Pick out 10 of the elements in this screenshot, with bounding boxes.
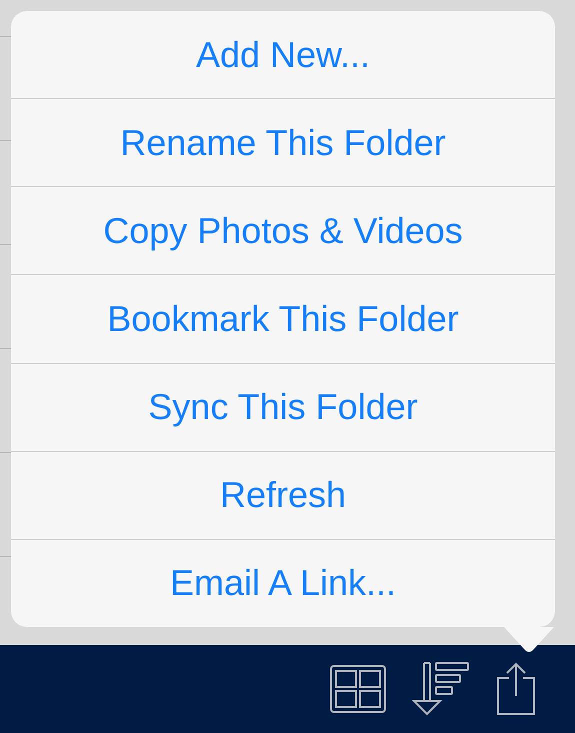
grid-icon[interactable] [330,665,386,713]
menu-item[interactable]: Email A Link... [11,538,555,627]
menu-item[interactable]: Refresh [11,450,555,539]
share-icon[interactable] [496,662,536,716]
menu-item[interactable]: Sync This Folder [11,362,555,451]
sort-icon[interactable] [412,662,470,716]
menu-item[interactable]: Bookmark This Folder [11,274,555,363]
menu-item[interactable]: Rename This Folder [11,98,555,186]
menu-item[interactable]: Add New... [11,11,555,98]
menu-item[interactable]: Copy Photos & Videos [11,186,555,274]
